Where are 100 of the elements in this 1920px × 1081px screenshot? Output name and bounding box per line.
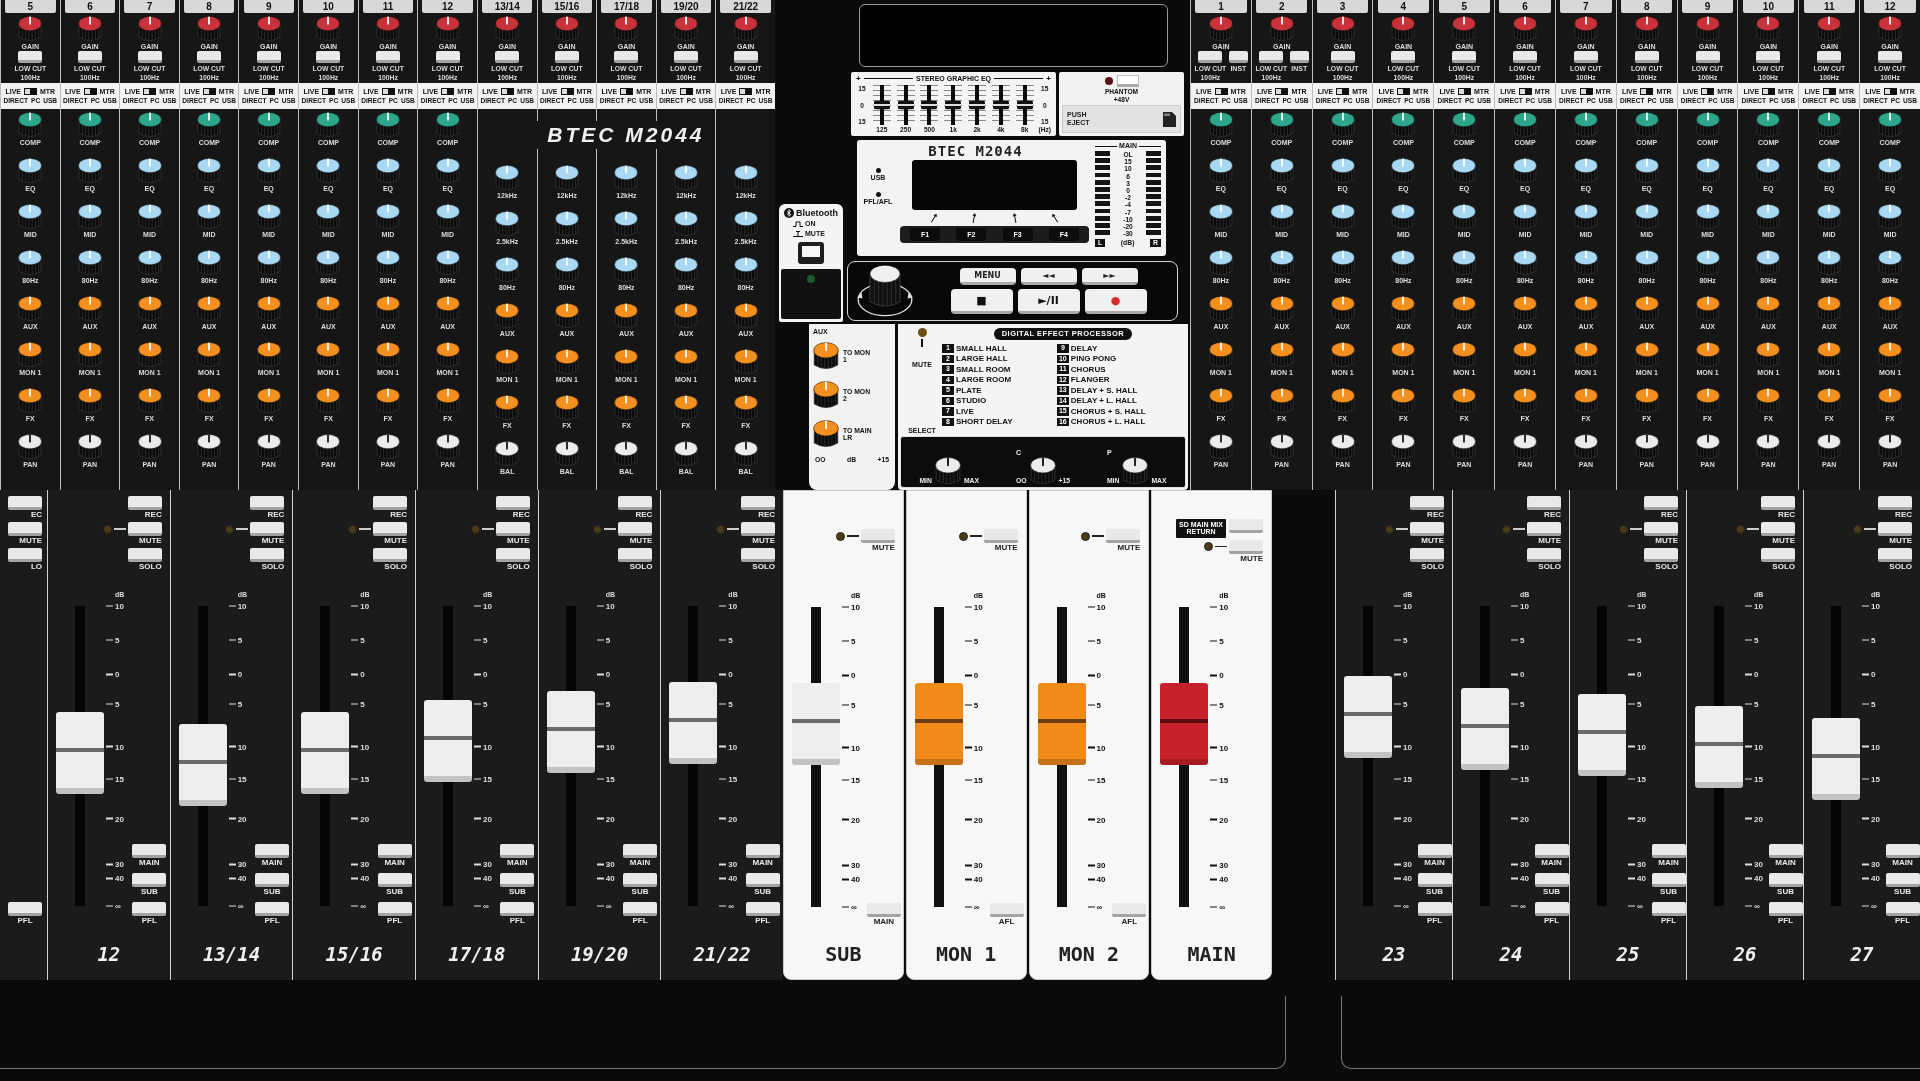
push-button[interactable]	[1885, 844, 1920, 858]
slide-switch[interactable]	[1214, 88, 1228, 95]
push-button[interactable]	[618, 548, 653, 562]
pan-knob[interactable]	[316, 434, 341, 460]
eq-knob[interactable]	[674, 165, 699, 191]
gain-knob[interactable]	[1573, 16, 1598, 42]
push-button[interactable]	[127, 548, 162, 562]
aux-knob[interactable]	[316, 296, 341, 322]
push-button[interactable]	[1634, 51, 1659, 63]
slide-switch[interactable]	[322, 88, 336, 95]
push-button[interactable]	[495, 496, 530, 510]
eq-knob[interactable]	[18, 250, 43, 276]
comp-knob[interactable]	[256, 112, 281, 138]
aux-knob[interactable]	[733, 349, 758, 375]
aux-knob[interactable]	[1513, 388, 1538, 414]
eq-knob[interactable]	[137, 158, 162, 184]
eq-knob[interactable]	[137, 204, 162, 230]
aux-knob[interactable]	[1817, 388, 1842, 414]
eq-knob[interactable]	[1817, 204, 1842, 230]
eq-knob[interactable]	[614, 257, 639, 283]
eq-knob[interactable]	[495, 165, 520, 191]
aux-knob[interactable]	[614, 395, 639, 421]
push-button[interactable]	[1651, 844, 1686, 858]
eq-knob[interactable]	[256, 158, 281, 184]
eq-knob[interactable]	[435, 204, 460, 230]
slide-switch[interactable]	[1762, 88, 1776, 95]
push-button[interactable]	[1651, 873, 1686, 887]
eq-knob[interactable]	[316, 204, 341, 230]
push-button[interactable]	[1452, 51, 1477, 63]
transport-button[interactable]: ■	[950, 289, 1013, 314]
fader-cap[interactable]	[914, 683, 963, 765]
push-button[interactable]	[500, 902, 535, 916]
gain-knob[interactable]	[614, 16, 639, 42]
push-button[interactable]	[500, 844, 535, 858]
push-button[interactable]	[745, 844, 780, 858]
slide-switch[interactable]	[1701, 88, 1715, 95]
push-button[interactable]	[132, 873, 167, 887]
eq-knob[interactable]	[1208, 250, 1233, 276]
push-button[interactable]	[250, 496, 285, 510]
pan-knob[interactable]	[1330, 434, 1355, 460]
eq-knob[interactable]	[495, 257, 520, 283]
gain-knob[interactable]	[1452, 16, 1477, 42]
eq-knob[interactable]	[554, 211, 579, 237]
eq-knob[interactable]	[376, 250, 400, 276]
eq-knob[interactable]	[674, 257, 699, 283]
gain-knob[interactable]	[495, 16, 520, 42]
eq-knob[interactable]	[1573, 158, 1598, 184]
aux-knob[interactable]	[77, 342, 102, 368]
comp-knob[interactable]	[1452, 112, 1477, 138]
comp-knob[interactable]	[1695, 112, 1720, 138]
aux-knob[interactable]	[376, 296, 400, 322]
eq-knob[interactable]	[256, 204, 281, 230]
slide-switch[interactable]	[1822, 88, 1836, 95]
push-button[interactable]	[435, 51, 460, 63]
eq-slider-cap[interactable]	[873, 100, 890, 110]
aux-knob[interactable]	[1330, 296, 1355, 322]
aux-knob[interactable]	[1391, 388, 1416, 414]
aux-knob[interactable]	[376, 342, 400, 368]
eq-knob[interactable]	[435, 158, 460, 184]
push-button[interactable]	[1228, 51, 1248, 63]
pan-knob[interactable]	[77, 434, 102, 460]
comp-knob[interactable]	[1269, 112, 1294, 138]
gain-knob[interactable]	[376, 16, 400, 42]
aux-knob[interactable]	[376, 388, 400, 414]
aux-knob[interactable]	[435, 388, 460, 414]
slide-switch[interactable]	[1457, 88, 1471, 95]
eq-knob[interactable]	[1513, 158, 1538, 184]
pan-knob[interactable]	[1573, 434, 1598, 460]
eq-knob[interactable]	[1878, 204, 1903, 230]
fader-cap[interactable]	[1160, 683, 1209, 765]
aux-knob[interactable]	[495, 395, 520, 421]
aux-knob[interactable]	[197, 342, 222, 368]
push-button[interactable]	[1417, 844, 1452, 858]
eq-knob[interactable]	[1269, 250, 1294, 276]
aux-knob[interactable]	[1695, 342, 1720, 368]
gain-knob[interactable]	[1208, 16, 1233, 42]
slide-switch[interactable]	[441, 88, 455, 95]
slide-switch[interactable]	[1397, 88, 1411, 95]
slide-switch[interactable]	[24, 88, 37, 95]
fader-cap[interactable]	[301, 712, 350, 794]
pan-knob[interactable]	[495, 441, 520, 467]
push-button[interactable]	[316, 51, 341, 63]
push-button[interactable]	[1885, 873, 1920, 887]
eq-knob[interactable]	[1330, 158, 1355, 184]
eq-knob[interactable]	[1208, 158, 1233, 184]
aux-knob[interactable]	[674, 349, 699, 375]
push-button[interactable]	[495, 51, 520, 63]
comp-knob[interactable]	[18, 112, 43, 138]
pan-knob[interactable]	[1452, 434, 1477, 460]
eq-slider-cap[interactable]	[897, 100, 914, 110]
eq-knob[interactable]	[554, 257, 579, 283]
aux-knob[interactable]	[1817, 296, 1842, 322]
aux-knob[interactable]	[1269, 388, 1294, 414]
eq-knob[interactable]	[1330, 250, 1355, 276]
gain-knob[interactable]	[1634, 16, 1659, 42]
aux-knob[interactable]	[1878, 296, 1903, 322]
eq-slider-cap[interactable]	[969, 100, 986, 110]
eq-knob[interactable]	[554, 165, 579, 191]
eq-knob[interactable]	[614, 165, 639, 191]
aux-knob[interactable]	[1391, 296, 1416, 322]
